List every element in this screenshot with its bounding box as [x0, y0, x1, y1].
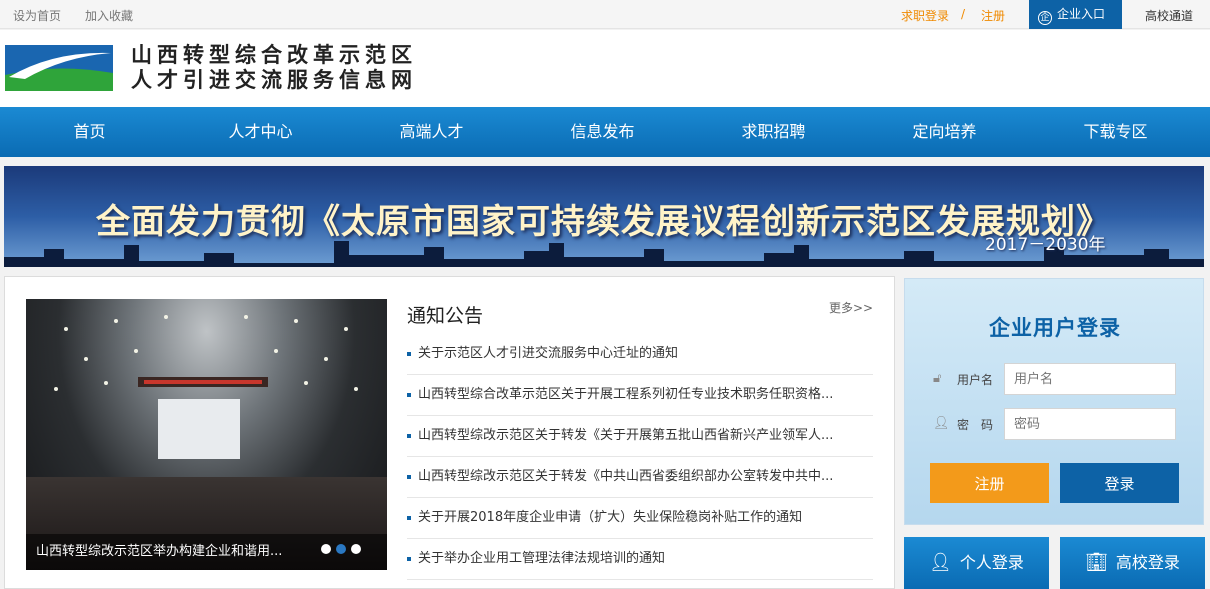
nav-item-talent-center[interactable]: 人才中心	[175, 107, 346, 157]
job-login-link[interactable]: 求职登录	[901, 7, 949, 24]
personal-login-button[interactable]: 👤︎ 个人登录	[904, 537, 1049, 589]
enterprise-login-panel: 企业用户登录 🔓︎ 用户名 👤︎ 密 码 注册 登录	[904, 278, 1204, 525]
top-bar: 设为首页 加入收藏 求职登录 / 注册 企企业入口 高校通道	[0, 0, 1210, 29]
nav-item-high-end-talent[interactable]: 高端人才	[346, 107, 517, 157]
add-favorite-link[interactable]: 加入收藏	[85, 7, 133, 24]
nav-item-info-release[interactable]: 信息发布	[517, 107, 688, 157]
school-login-button[interactable]: 🏢︎ 高校登录	[1060, 537, 1205, 589]
news-photo-slider[interactable]: 山西转型综改示范区举办构建企业和谐用...	[26, 299, 387, 570]
nav-item-directed-training[interactable]: 定向培养	[859, 107, 1030, 157]
school-login-label: 高校登录	[1115, 553, 1180, 572]
building-icon: 🏢︎	[1085, 552, 1108, 573]
school-channel-link[interactable]: 高校通道	[1145, 7, 1193, 24]
notice-item[interactable]: 关于举办企业用工管理法律法规培训的通知	[407, 539, 873, 580]
slider-dot[interactable]	[321, 544, 331, 554]
register-link[interactable]: 注册	[981, 7, 1005, 24]
notices-title: 通知公告	[407, 305, 484, 327]
site-name: 山西转型综合改革示范区 人才引进交流服务信息网	[131, 43, 417, 93]
topbar-separator: /	[961, 7, 966, 21]
set-home-link[interactable]: 设为首页	[13, 7, 61, 24]
slider-dots	[316, 539, 361, 558]
site-header: 山西转型综合改革示范区 人才引进交流服务信息网	[0, 30, 1210, 107]
login-title: 企业用户登录	[989, 316, 1121, 340]
enterprise-entry-button[interactable]: 企企业入口	[1029, 0, 1122, 29]
banner-title: 全面发力贯彻《太原市国家可持续发展议程创新示范区发展规划》	[96, 202, 1111, 242]
login-button[interactable]: 登录	[1060, 463, 1179, 503]
site-name-line1: 山西转型综合改革示范区	[131, 43, 417, 67]
enterprise-icon: 企	[1038, 11, 1052, 25]
person-icon: 👤︎	[929, 552, 952, 573]
stage-banner-graphic	[138, 377, 268, 387]
user-icon: 👤︎	[933, 416, 950, 431]
password-label: 密 码	[957, 418, 994, 432]
lock-icon: 🔓︎	[933, 371, 942, 386]
nav-item-downloads[interactable]: 下载专区	[1030, 107, 1201, 157]
username-input[interactable]	[1004, 363, 1176, 395]
register-button[interactable]: 注册	[930, 463, 1049, 503]
banner[interactable]: 全面发力贯彻《太原市国家可持续发展议程创新示范区发展规划》 2017－2030年	[4, 166, 1204, 267]
main-nav: 首页 人才中心 高端人才 信息发布 求职招聘 定向培养 下载专区	[0, 107, 1210, 157]
enterprise-entry-label: 企业入口	[1057, 7, 1106, 21]
slider-dot[interactable]	[351, 544, 361, 554]
notice-item[interactable]: 山西转型综合改革示范区关于开展工程系列初任专业技术职务任职资格...	[407, 375, 873, 416]
notices-list: 关于示范区人才引进交流服务中心迁址的通知 山西转型综合改革示范区关于开展工程系列…	[407, 334, 873, 580]
notice-item[interactable]: 关于示范区人才引进交流服务中心迁址的通知	[407, 334, 873, 375]
nav-item-recruitment[interactable]: 求职招聘	[688, 107, 859, 157]
site-logo[interactable]	[5, 45, 113, 91]
personal-login-label: 个人登录	[959, 553, 1024, 572]
notices-more-link[interactable]: 更多>>	[829, 299, 873, 316]
nav-item-home[interactable]: 首页	[4, 107, 175, 157]
notice-item[interactable]: 关于开展2018年度企业申请（扩大）失业保险稳岗补贴工作的通知	[407, 498, 873, 539]
notice-item[interactable]: 山西转型综改示范区关于转发《中共山西省委组织部办公室转发中共中...	[407, 457, 873, 498]
banner-years: 2017－2030年	[985, 235, 1106, 255]
site-name-line2: 人才引进交流服务信息网	[131, 68, 417, 92]
slider-dot-active[interactable]	[336, 544, 346, 554]
news-panel: 山西转型综改示范区举办构建企业和谐用... 通知公告 更多>> 关于示范区人才引…	[4, 276, 895, 589]
notice-item[interactable]: 山西转型综改示范区关于转发《关于开展第五批山西省新兴产业领军人...	[407, 416, 873, 457]
projection-screen	[158, 399, 240, 459]
username-label: 用户名	[957, 373, 994, 387]
password-input[interactable]	[1004, 408, 1176, 440]
